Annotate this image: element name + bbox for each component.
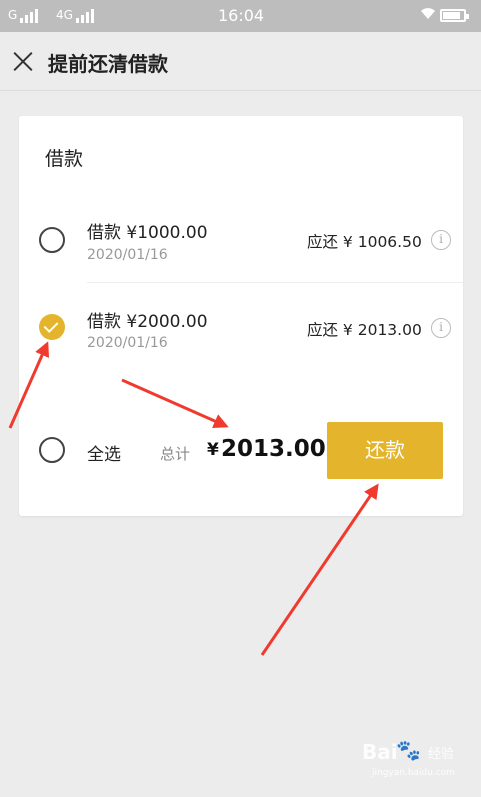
watermark: Bai 🐾 经验 jingyan.baidu.com: [362, 738, 455, 778]
card-title: 借款: [45, 148, 84, 170]
info-icon[interactable]: i: [431, 230, 451, 250]
network-label-1: G: [8, 8, 18, 22]
select-all-radio[interactable]: [39, 437, 65, 463]
total-amount: 2013.00: [221, 436, 326, 462]
loan-due-amount: 应还 ¥ 2013.00: [307, 321, 422, 339]
signal-icon: [20, 9, 44, 23]
app-header: 提前还清借款: [0, 32, 481, 91]
loan-due-amount: 应还 ¥ 1006.50: [307, 233, 422, 251]
loan-date: 2020/01/16: [87, 335, 168, 351]
repay-button[interactable]: 还款: [327, 422, 443, 479]
watermark-brand: Bai: [362, 740, 398, 764]
network-label-2: 4G: [56, 8, 73, 22]
loan-radio-2[interactable]: [39, 314, 65, 340]
clock: 16:04: [218, 6, 265, 25]
watermark-url: jingyan.baidu.com: [372, 768, 456, 778]
loan-title: 借款 ¥2000.00: [87, 312, 208, 332]
loan-card: 借款 借款 ¥1000.00 2020/01/16 应还 ¥ 1006.50 i…: [19, 116, 463, 516]
watermark-sub: 经验: [428, 747, 455, 762]
divider: [87, 282, 463, 283]
close-icon[interactable]: [12, 50, 34, 72]
loan-radio-1[interactable]: [39, 227, 65, 253]
status-bar: G 4G 16:04: [0, 0, 481, 32]
wifi-icon: [420, 6, 436, 24]
select-all-label[interactable]: 全选: [87, 440, 121, 465]
paw-icon: 🐾: [396, 738, 421, 762]
loan-date: 2020/01/16: [87, 247, 168, 263]
info-icon[interactable]: i: [431, 318, 451, 338]
total-currency: ¥: [207, 440, 219, 460]
page-title: 提前还清借款: [48, 52, 168, 76]
loan-title: 借款 ¥1000.00: [87, 223, 208, 243]
signal-icon: [76, 9, 100, 23]
total-label: 总计: [160, 445, 191, 463]
battery-icon: [440, 9, 469, 22]
check-icon: [43, 318, 59, 333]
